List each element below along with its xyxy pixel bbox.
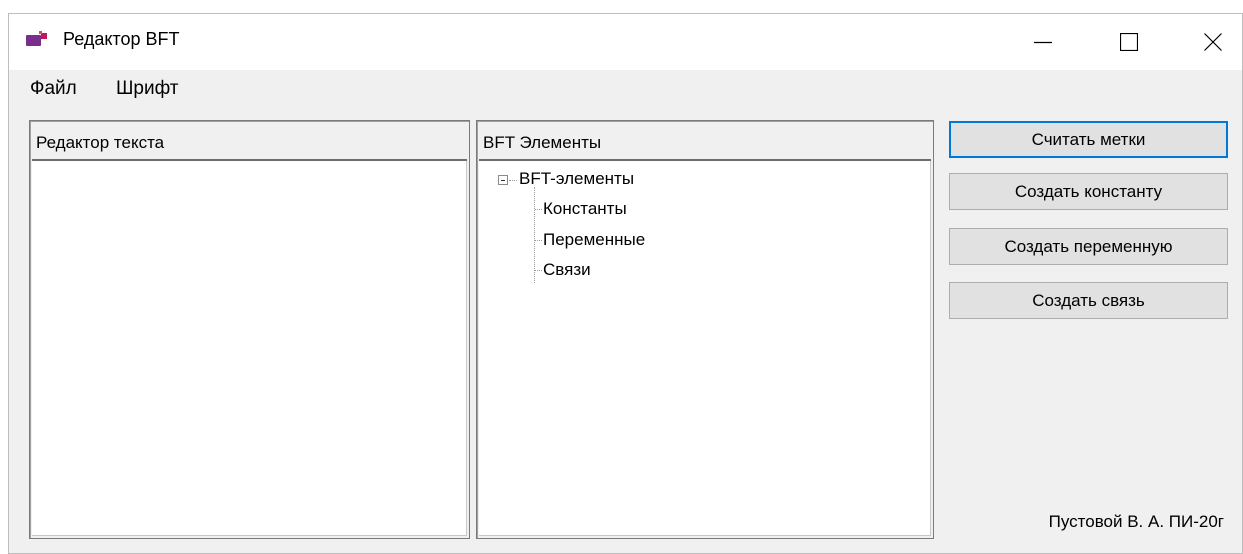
bft-elements-header-label: BFT Элементы — [483, 133, 602, 152]
minimize-button[interactable] — [1012, 14, 1074, 70]
close-button[interactable] — [1182, 14, 1243, 70]
menu-file[interactable]: Файл — [30, 78, 77, 100]
text-editor-panel: Редактор текста — [29, 120, 470, 539]
text-editor-header-label: Редактор текста — [36, 133, 165, 152]
tree-connector — [509, 180, 517, 181]
bft-tree-view[interactable]: BFT-элементы Константы Переменные Связи — [479, 161, 931, 536]
menu-bar: Файл Шрифт — [9, 70, 1242, 110]
tree-node-variables[interactable]: Переменные — [543, 230, 645, 250]
create-link-button[interactable]: Создать связь — [949, 282, 1228, 319]
bft-elements-header: BFT Элементы — [479, 123, 931, 161]
app-window: Редактор BFT Файл Шрифт Редактор текста — [8, 13, 1243, 554]
tree-node-constants[interactable]: Константы — [543, 199, 627, 219]
create-constant-button[interactable]: Создать константу — [949, 173, 1228, 210]
text-editor-area[interactable] — [32, 161, 467, 536]
tree-node-root[interactable]: BFT-элементы — [519, 169, 634, 189]
maximize-button[interactable] — [1098, 14, 1160, 70]
app-icon — [26, 31, 47, 46]
read-labels-button[interactable]: Считать метки — [949, 121, 1228, 158]
text-editor-header: Редактор текста — [32, 123, 467, 161]
menu-font[interactable]: Шрифт — [116, 78, 179, 100]
minimize-icon — [1034, 41, 1052, 44]
maximize-icon — [1120, 33, 1138, 51]
author-label: Пустовой В. А. ПИ-20г — [1048, 512, 1224, 531]
window-title: Редактор BFT — [63, 29, 180, 49]
title-bar[interactable]: Редактор BFT — [9, 14, 1242, 70]
tree-connector — [534, 187, 535, 283]
collapse-icon[interactable] — [498, 175, 508, 185]
tree-node-links[interactable]: Связи — [543, 260, 591, 280]
bft-elements-panel: BFT Элементы BFT-элементы Константы Пере… — [476, 120, 934, 539]
create-variable-button[interactable]: Создать переменную — [949, 228, 1228, 265]
tree-connector — [535, 240, 542, 241]
tree-connector — [535, 209, 542, 210]
bft-tree: BFT-элементы Константы Переменные Связи — [479, 161, 930, 535]
close-icon — [1204, 33, 1222, 51]
tree-connector — [535, 270, 542, 271]
